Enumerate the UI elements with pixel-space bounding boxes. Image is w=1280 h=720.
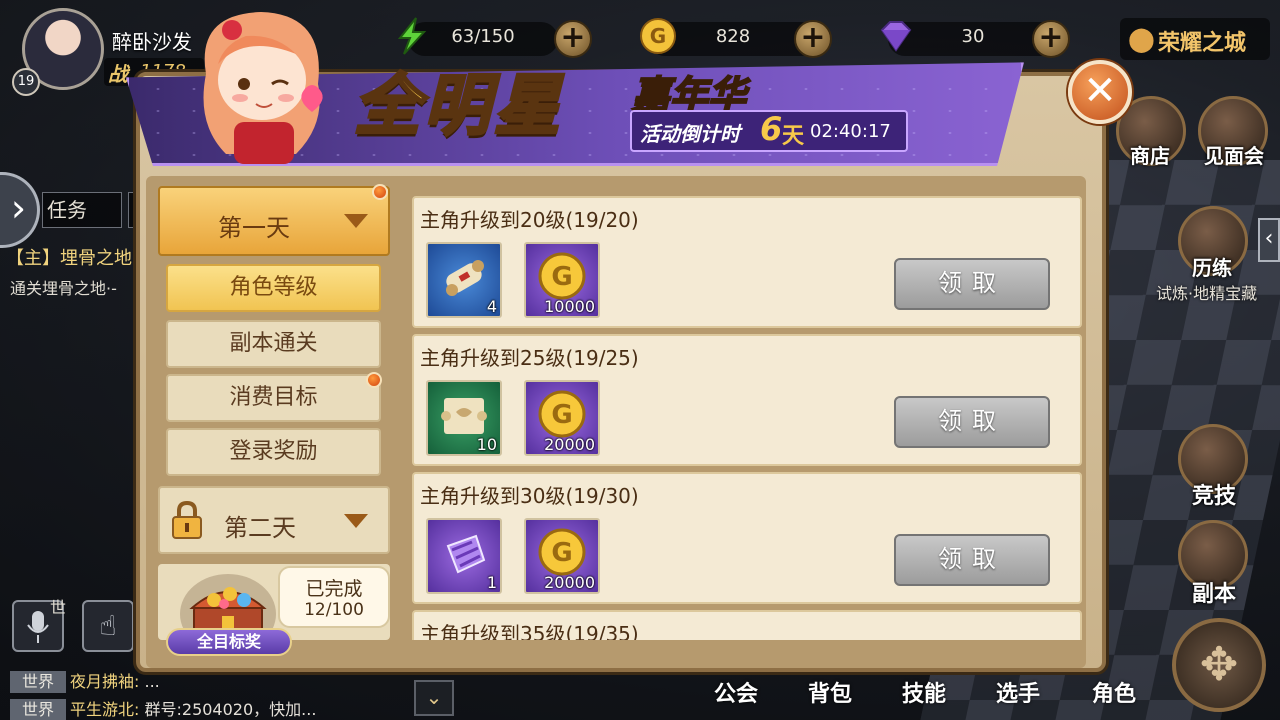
reward-count: 1	[486, 573, 497, 592]
training-label: 历练	[1192, 256, 1232, 280]
reward-item[interactable]: 4	[426, 242, 502, 318]
svg-text:G: G	[650, 24, 666, 48]
reward-item[interactable]: G 20000	[524, 518, 600, 594]
meet-label: 见面会	[1204, 144, 1264, 168]
reward-count: 4	[486, 297, 497, 316]
hand-icon: ☝	[99, 609, 117, 642]
chat-text: ...	[144, 672, 160, 691]
task-title: 主角升级到25级(19/25)	[420, 346, 639, 370]
svg-text:G: G	[551, 538, 572, 568]
add-gold-button[interactable]: +	[794, 20, 832, 58]
quest-description: 通关埋骨之地·-	[10, 279, 117, 298]
reward-item[interactable]: 10	[426, 380, 502, 456]
reward-count: 10	[476, 435, 497, 454]
chevron-down-icon: ⌄	[425, 685, 443, 709]
expand-right-panel-button[interactable]: ‹	[1258, 218, 1280, 262]
task-tab[interactable]: 任务	[42, 192, 122, 228]
nav-guild[interactable]: 公会	[714, 676, 758, 708]
event-countdown: 活动倒计时 6 天 02:40:17	[630, 110, 908, 152]
task-title: 主角升级到30级(19/30)	[420, 484, 639, 508]
chat-message[interactable]: 世界 夜月拂袖: ...	[10, 668, 160, 693]
quest-title[interactable]: 【主】埋骨之地	[6, 244, 132, 270]
event-title: 全明星	[353, 66, 564, 146]
gold-coin-icon: G	[640, 18, 676, 54]
crystal-glove-icon	[446, 534, 486, 574]
chevron-down-icon	[344, 514, 368, 528]
location-indicator[interactable]: ⬤ 荣耀之城	[1120, 18, 1270, 60]
menu-item-character-level[interactable]: 角色等级	[166, 264, 381, 312]
nav-players[interactable]: 选手	[996, 676, 1040, 708]
notification-dot-icon	[372, 184, 388, 200]
task-title: 主角升级到20级(19/20)	[420, 208, 639, 232]
power-label: 战	[108, 62, 128, 86]
reward-item[interactable]: G 10000	[524, 242, 600, 318]
close-button[interactable]: ✕	[1068, 60, 1132, 124]
mascot-girl-icon	[203, 12, 323, 164]
task-row: 主角升级到20级(19/20) 4 G 10000 领取	[412, 196, 1082, 328]
dungeon-label: 副本	[1192, 582, 1237, 607]
task-list[interactable]: 主角升级到20级(19/20) 4 G 10000 领取 主角升级到25级(19…	[404, 188, 1086, 640]
day-two-label: 第二天	[224, 514, 296, 542]
notification-dot-icon	[366, 372, 382, 388]
map-pin-icon: ⬤	[1128, 25, 1155, 53]
chevron-down-icon	[344, 214, 368, 228]
lightning-icon	[397, 17, 427, 55]
reward-item[interactable]: G 20000	[524, 380, 600, 456]
task-title: 主角升级到35级(19/35)	[420, 622, 639, 640]
countdown-days: 6	[760, 110, 783, 148]
location-name: 荣耀之城	[1158, 31, 1247, 56]
move-dpad-icon[interactable]: ✥	[1172, 618, 1266, 712]
chat-channel: 世界	[10, 699, 66, 720]
nav-skills[interactable]: 技能	[902, 676, 946, 708]
countdown-unit: 天	[782, 124, 805, 149]
reward-item[interactable]: 1	[426, 518, 502, 594]
claim-button[interactable]: 领取	[894, 258, 1050, 310]
claim-button[interactable]: 领取	[894, 396, 1050, 448]
voice-channel-tag: 世	[50, 598, 67, 617]
svg-text:G: G	[551, 262, 572, 292]
completion-bubble: 已完成 12/100	[278, 566, 390, 628]
chat-channel: 世界	[10, 671, 66, 693]
task-row: 主角升级到25级(19/25) 10 G 20000 领取	[412, 334, 1082, 466]
add-diamond-button[interactable]: +	[1032, 20, 1070, 58]
reward-count: 20000	[544, 435, 595, 454]
countdown-time: 02:40:17	[810, 121, 891, 142]
task-row: 主角升级到35级(19/35)	[412, 610, 1082, 640]
completion-label: 已完成	[305, 578, 363, 600]
task-row: 主角升级到30级(19/30) 1 G 20000 领取	[412, 472, 1082, 604]
arena-label: 竞技	[1192, 484, 1237, 509]
scroll-icon	[446, 260, 484, 296]
player-level-badge: 19	[12, 68, 40, 96]
player-name: 醉卧沙发	[112, 30, 192, 54]
training-subtitle: 试炼·地精宝藏	[1156, 284, 1258, 303]
collapse-chat-button[interactable]: ⌄	[414, 680, 454, 716]
menu-item-dungeon-clear[interactable]: 副本通关	[166, 320, 381, 368]
gesture-button[interactable]: ☝	[82, 600, 134, 652]
chat-nick: 平生游北:	[70, 700, 140, 719]
menu-item-login-reward[interactable]: 登录奖励	[166, 428, 381, 476]
reward-count: 10000	[544, 297, 595, 316]
nav-character[interactable]: 角色	[1092, 676, 1136, 708]
all-goal-reward-label: 全目标奖	[166, 628, 292, 656]
menu-item-spending-goal[interactable]: 消费目标	[166, 374, 381, 422]
shop-label: 商店	[1130, 144, 1170, 168]
reward-count: 20000	[544, 573, 595, 592]
lock-icon	[172, 500, 202, 539]
chat-text: 群号:2504020，快加...	[144, 700, 317, 719]
nav-bag[interactable]: 背包	[808, 676, 852, 708]
svg-text:G: G	[551, 400, 572, 430]
diamond-icon	[880, 21, 912, 52]
completion-progress: 12/100	[304, 600, 364, 620]
chat-nick: 夜月拂袖:	[70, 672, 140, 691]
countdown-label: 活动倒计时	[640, 122, 740, 146]
chat-message[interactable]: 世界 平生游北: 群号:2504020，快加...	[10, 696, 316, 720]
microphone-icon	[27, 611, 49, 643]
claim-button[interactable]: 领取	[894, 534, 1050, 586]
